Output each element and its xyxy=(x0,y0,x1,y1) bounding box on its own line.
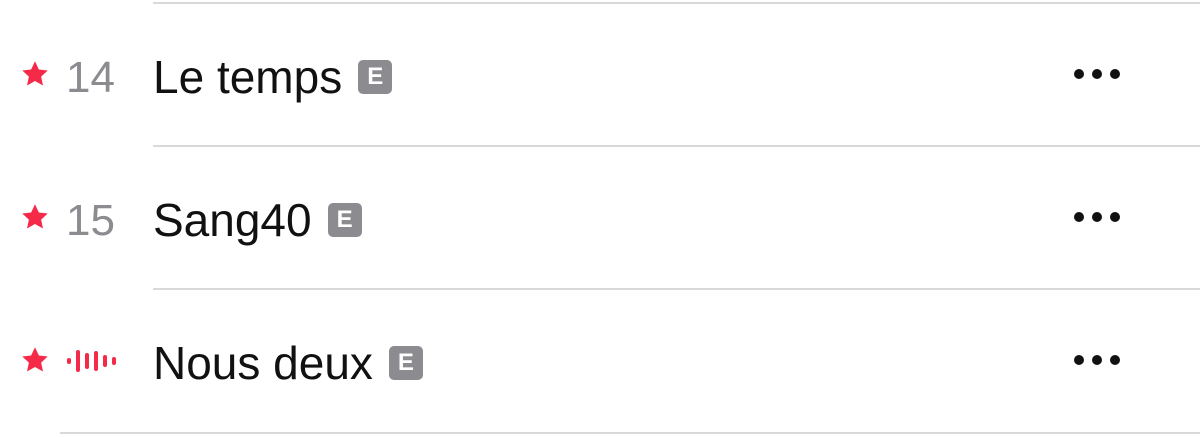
track-title: Nous deux xyxy=(153,337,373,389)
star-icon xyxy=(20,59,50,89)
track-title-group: Sang40 E xyxy=(153,194,362,246)
track-title-group: Nous deux E xyxy=(153,337,423,389)
track-list: 14 Le temps E 15 Sang40 E Nous deux E xyxy=(0,0,1200,437)
divider xyxy=(60,432,1200,434)
star-icon xyxy=(20,345,50,375)
track-title: Sang40 xyxy=(153,194,312,246)
explicit-badge: E xyxy=(388,346,423,380)
track-row[interactable]: 15 Sang40 E xyxy=(0,146,1200,288)
track-number: 15 xyxy=(66,196,115,245)
ellipsis-icon[interactable] xyxy=(1070,200,1124,234)
track-row[interactable]: Nous deux E xyxy=(0,289,1200,431)
track-title-group: Le temps E xyxy=(153,51,393,103)
track-number: 14 xyxy=(66,53,115,102)
track-title: Le temps xyxy=(153,51,343,103)
ellipsis-icon[interactable] xyxy=(1070,343,1124,377)
star-icon xyxy=(20,202,50,232)
ellipsis-icon[interactable] xyxy=(1070,57,1124,91)
waveform-icon xyxy=(66,346,118,376)
track-row[interactable]: 14 Le temps E xyxy=(0,3,1200,145)
explicit-badge: E xyxy=(327,203,362,237)
explicit-badge: E xyxy=(358,60,393,94)
